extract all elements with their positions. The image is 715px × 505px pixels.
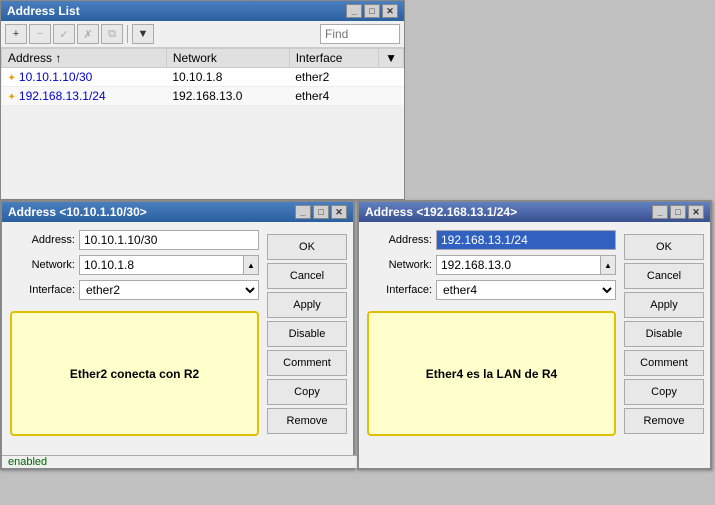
interface-dropdown-wrap: ether2 xyxy=(79,280,259,300)
col-dropdown[interactable]: ▼ xyxy=(379,49,404,68)
edit-btn[interactable]: ✓ xyxy=(53,24,75,44)
cancel-btn[interactable]: ✗ xyxy=(77,24,99,44)
network-up-arrow-right[interactable]: ▲ xyxy=(600,255,616,275)
address-table: Address ↑ Network Interface ▼ ✦10.10.1.1… xyxy=(1,48,404,106)
network-input-right[interactable] xyxy=(436,255,600,275)
interface-cell: ether2 xyxy=(289,68,378,87)
close-btn[interactable]: ✕ xyxy=(382,4,398,18)
dialog-left-title: Address <10.10.1.10/30> xyxy=(8,205,147,219)
search-input[interactable] xyxy=(320,24,400,44)
dialog-right-minimize[interactable]: _ xyxy=(652,205,668,219)
network-field-row-right: Network: ▲ xyxy=(367,255,616,275)
dialog-left: Address <10.10.1.10/30> _ □ ✕ Address: N… xyxy=(0,200,355,470)
minimize-btn[interactable]: _ xyxy=(346,4,362,18)
dialog-left-controls: _ □ ✕ xyxy=(295,205,347,219)
dialog-left-title-bar: Address <10.10.1.10/30> _ □ ✕ xyxy=(2,202,353,222)
interface-label-right: Interface: xyxy=(367,284,432,296)
col-address[interactable]: Address ↑ xyxy=(2,49,167,68)
dialog-left-close[interactable]: ✕ xyxy=(331,205,347,219)
interface-field-row-right: Interface: ether4 xyxy=(367,280,616,300)
separator xyxy=(127,25,128,43)
dialog-left-minimize[interactable]: _ xyxy=(295,205,311,219)
address-field-row-right: Address: xyxy=(367,230,616,250)
network-input-wrap-right: ▲ xyxy=(436,255,616,275)
interface-cell: ether4 xyxy=(289,87,378,106)
apply-button-left[interactable]: Apply xyxy=(267,292,347,318)
dialog-left-maximize[interactable]: □ xyxy=(313,205,329,219)
table-row[interactable]: ✦192.168.13.1/24 192.168.13.0 ether4 xyxy=(2,87,404,106)
network-field-row: Network: ▲ xyxy=(10,255,259,275)
address-cell: ✦192.168.13.1/24 xyxy=(2,87,167,106)
table-row[interactable]: ✦10.10.1.10/30 10.10.1.8 ether2 xyxy=(2,68,404,87)
disable-button-right[interactable]: Disable xyxy=(624,321,704,347)
cancel-button-right[interactable]: Cancel xyxy=(624,263,704,289)
status-text-left: enabled xyxy=(8,456,47,468)
dialog-right-title: Address <192.168.13.1/24> xyxy=(365,205,517,219)
apply-button-right[interactable]: Apply xyxy=(624,292,704,318)
interface-label: Interface: xyxy=(10,284,75,296)
add-btn[interactable]: + xyxy=(5,24,27,44)
address-list-title-bar: Address List _ □ ✕ xyxy=(1,1,404,21)
remove-btn[interactable]: − xyxy=(29,24,51,44)
address-list-title: Address List xyxy=(7,4,80,18)
ok-button-left[interactable]: OK xyxy=(267,234,347,260)
address-table-container: Address ↑ Network Interface ▼ ✦10.10.1.1… xyxy=(1,48,404,181)
copy-button-left[interactable]: Copy xyxy=(267,379,347,405)
cancel-button-left[interactable]: Cancel xyxy=(267,263,347,289)
dialog-left-buttons: OK Cancel Apply Disable Comment Copy Rem… xyxy=(267,230,347,436)
interface-select-right[interactable]: ether4 xyxy=(436,280,616,300)
disable-button-left[interactable]: Disable xyxy=(267,321,347,347)
filter-btn[interactable]: ▼ xyxy=(132,24,154,44)
network-input-wrap: ▲ xyxy=(79,255,259,275)
address-cell: ✦10.10.1.10/30 xyxy=(2,68,167,87)
dialog-right-title-bar: Address <192.168.13.1/24> _ □ ✕ xyxy=(359,202,710,222)
note-box-right: Ether4 es la LAN de R4 xyxy=(367,311,616,436)
network-cell: 10.10.1.8 xyxy=(166,68,289,87)
address-input-right[interactable] xyxy=(436,230,616,250)
list-toolbar: + − ✓ ✗ ⧉ ▼ xyxy=(1,21,404,48)
copy-btn[interactable]: ⧉ xyxy=(101,24,123,44)
interface-select-left[interactable]: ether2 xyxy=(79,280,259,300)
dialog-right-controls: _ □ ✕ xyxy=(652,205,704,219)
address-list-window: Address List _ □ ✕ + − ✓ ✗ ⧉ ▼ Address ↑… xyxy=(0,0,405,200)
address-input-left[interactable] xyxy=(79,230,259,250)
copy-button-right[interactable]: Copy xyxy=(624,379,704,405)
network-label: Network: xyxy=(10,259,75,271)
network-cell: 192.168.13.0 xyxy=(166,87,289,106)
maximize-btn[interactable]: □ xyxy=(364,4,380,18)
note-box-left: Ether2 conecta con R2 xyxy=(10,311,259,436)
status-bar-left: enabled xyxy=(2,455,359,468)
comment-button-left[interactable]: Comment xyxy=(267,350,347,376)
remove-button-left[interactable]: Remove xyxy=(267,408,347,434)
address-label-right: Address: xyxy=(367,234,432,246)
window-controls: _ □ ✕ xyxy=(346,4,398,18)
comment-button-right[interactable]: Comment xyxy=(624,350,704,376)
dialog-right-maximize[interactable]: □ xyxy=(670,205,686,219)
search-box xyxy=(320,24,400,44)
dialog-right-buttons: OK Cancel Apply Disable Comment Copy Rem… xyxy=(624,230,704,436)
interface-field-row: Interface: ether2 xyxy=(10,280,259,300)
dialog-right-close[interactable]: ✕ xyxy=(688,205,704,219)
network-input-left[interactable] xyxy=(79,255,243,275)
dialog-right: Address <192.168.13.1/24> _ □ ✕ Address:… xyxy=(357,200,712,470)
network-label-right: Network: xyxy=(367,259,432,271)
network-up-arrow[interactable]: ▲ xyxy=(243,255,259,275)
address-field-row: Address: xyxy=(10,230,259,250)
interface-dropdown-wrap-right: ether4 xyxy=(436,280,616,300)
ok-button-right[interactable]: OK xyxy=(624,234,704,260)
col-network[interactable]: Network xyxy=(166,49,289,68)
col-interface[interactable]: Interface xyxy=(289,49,378,68)
remove-button-right[interactable]: Remove xyxy=(624,408,704,434)
address-label: Address: xyxy=(10,234,75,246)
